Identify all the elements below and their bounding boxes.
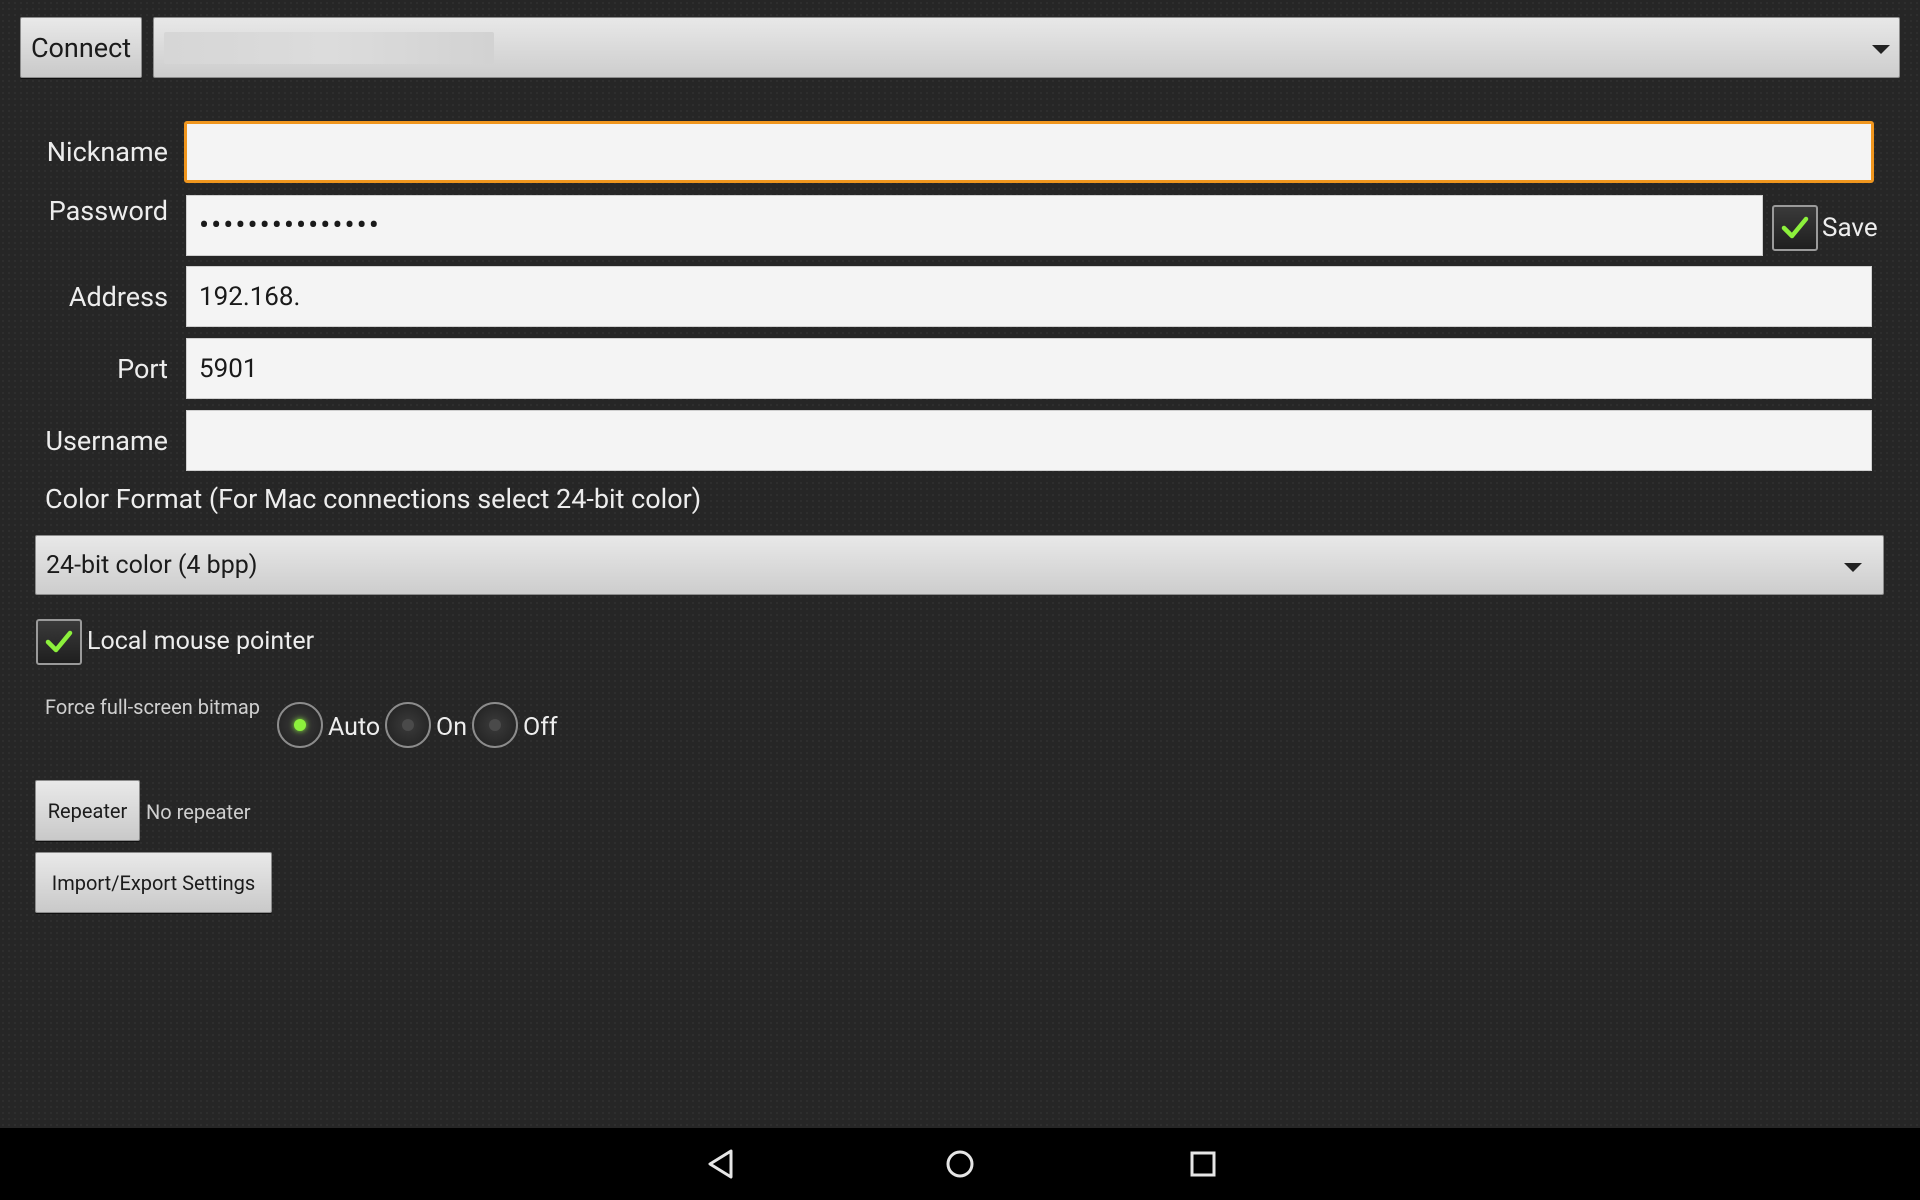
connect-button-label: Connect (30, 31, 132, 64)
chevron-down-icon (1872, 45, 1890, 54)
save-password-checkbox[interactable] (1772, 205, 1818, 251)
address-input[interactable]: 192.168. (186, 266, 1872, 327)
radio-auto-label: Auto (328, 713, 381, 742)
blurred-connection-name (164, 32, 494, 64)
import-export-settings-button[interactable]: Import/Export Settings (35, 852, 272, 913)
back-triangle-icon[interactable] (703, 1146, 739, 1182)
password-label: Password (48, 195, 168, 227)
nickname-input[interactable] (184, 121, 1874, 183)
recents-square-icon[interactable] (1185, 1146, 1221, 1182)
checkmark-icon (45, 630, 73, 653)
port-label: Port (117, 353, 168, 385)
radio-dot (402, 719, 414, 731)
username-label: Username (45, 425, 168, 457)
chevron-down-icon (1844, 563, 1862, 572)
color-format-select[interactable]: 24-bit color (4 bpp) (35, 535, 1884, 595)
color-format-label: Color Format (For Mac connections select… (45, 483, 702, 515)
port-input[interactable]: 5901 (186, 338, 1872, 399)
local-mouse-pointer-label: Local mouse pointer (87, 627, 315, 656)
checkmark-icon (1781, 216, 1809, 239)
radio-on[interactable] (385, 702, 431, 748)
radio-on-label: On (436, 713, 468, 742)
local-mouse-pointer-checkbox[interactable] (36, 619, 82, 665)
address-label: Address (68, 281, 168, 313)
connect-button[interactable]: Connect (20, 17, 142, 78)
repeater-status: No repeater (146, 800, 251, 824)
system-navigation-bar (0, 1128, 1920, 1200)
force-fullscreen-bitmap-label: Force full-screen bitmap (45, 695, 260, 719)
radio-off[interactable] (472, 702, 518, 748)
radio-off-label: Off (523, 713, 558, 742)
connection-selector[interactable] (153, 17, 1900, 78)
repeater-button-label: Repeater (47, 798, 128, 823)
radio-selected-dot (294, 719, 306, 731)
radio-auto[interactable] (277, 702, 323, 748)
import-export-settings-label: Import/Export Settings (51, 870, 256, 895)
color-format-selected: 24-bit color (4 bpp) (46, 551, 258, 580)
nickname-label: Nickname (46, 136, 168, 168)
home-circle-icon[interactable] (942, 1146, 978, 1182)
password-masked-value: ••••••••••••••• (199, 208, 381, 243)
password-input[interactable]: ••••••••••••••• (186, 195, 1763, 256)
radio-dot (489, 719, 501, 731)
repeater-button[interactable]: Repeater (35, 780, 140, 841)
username-input[interactable] (186, 410, 1872, 471)
save-password-label: Save (1822, 213, 1878, 243)
